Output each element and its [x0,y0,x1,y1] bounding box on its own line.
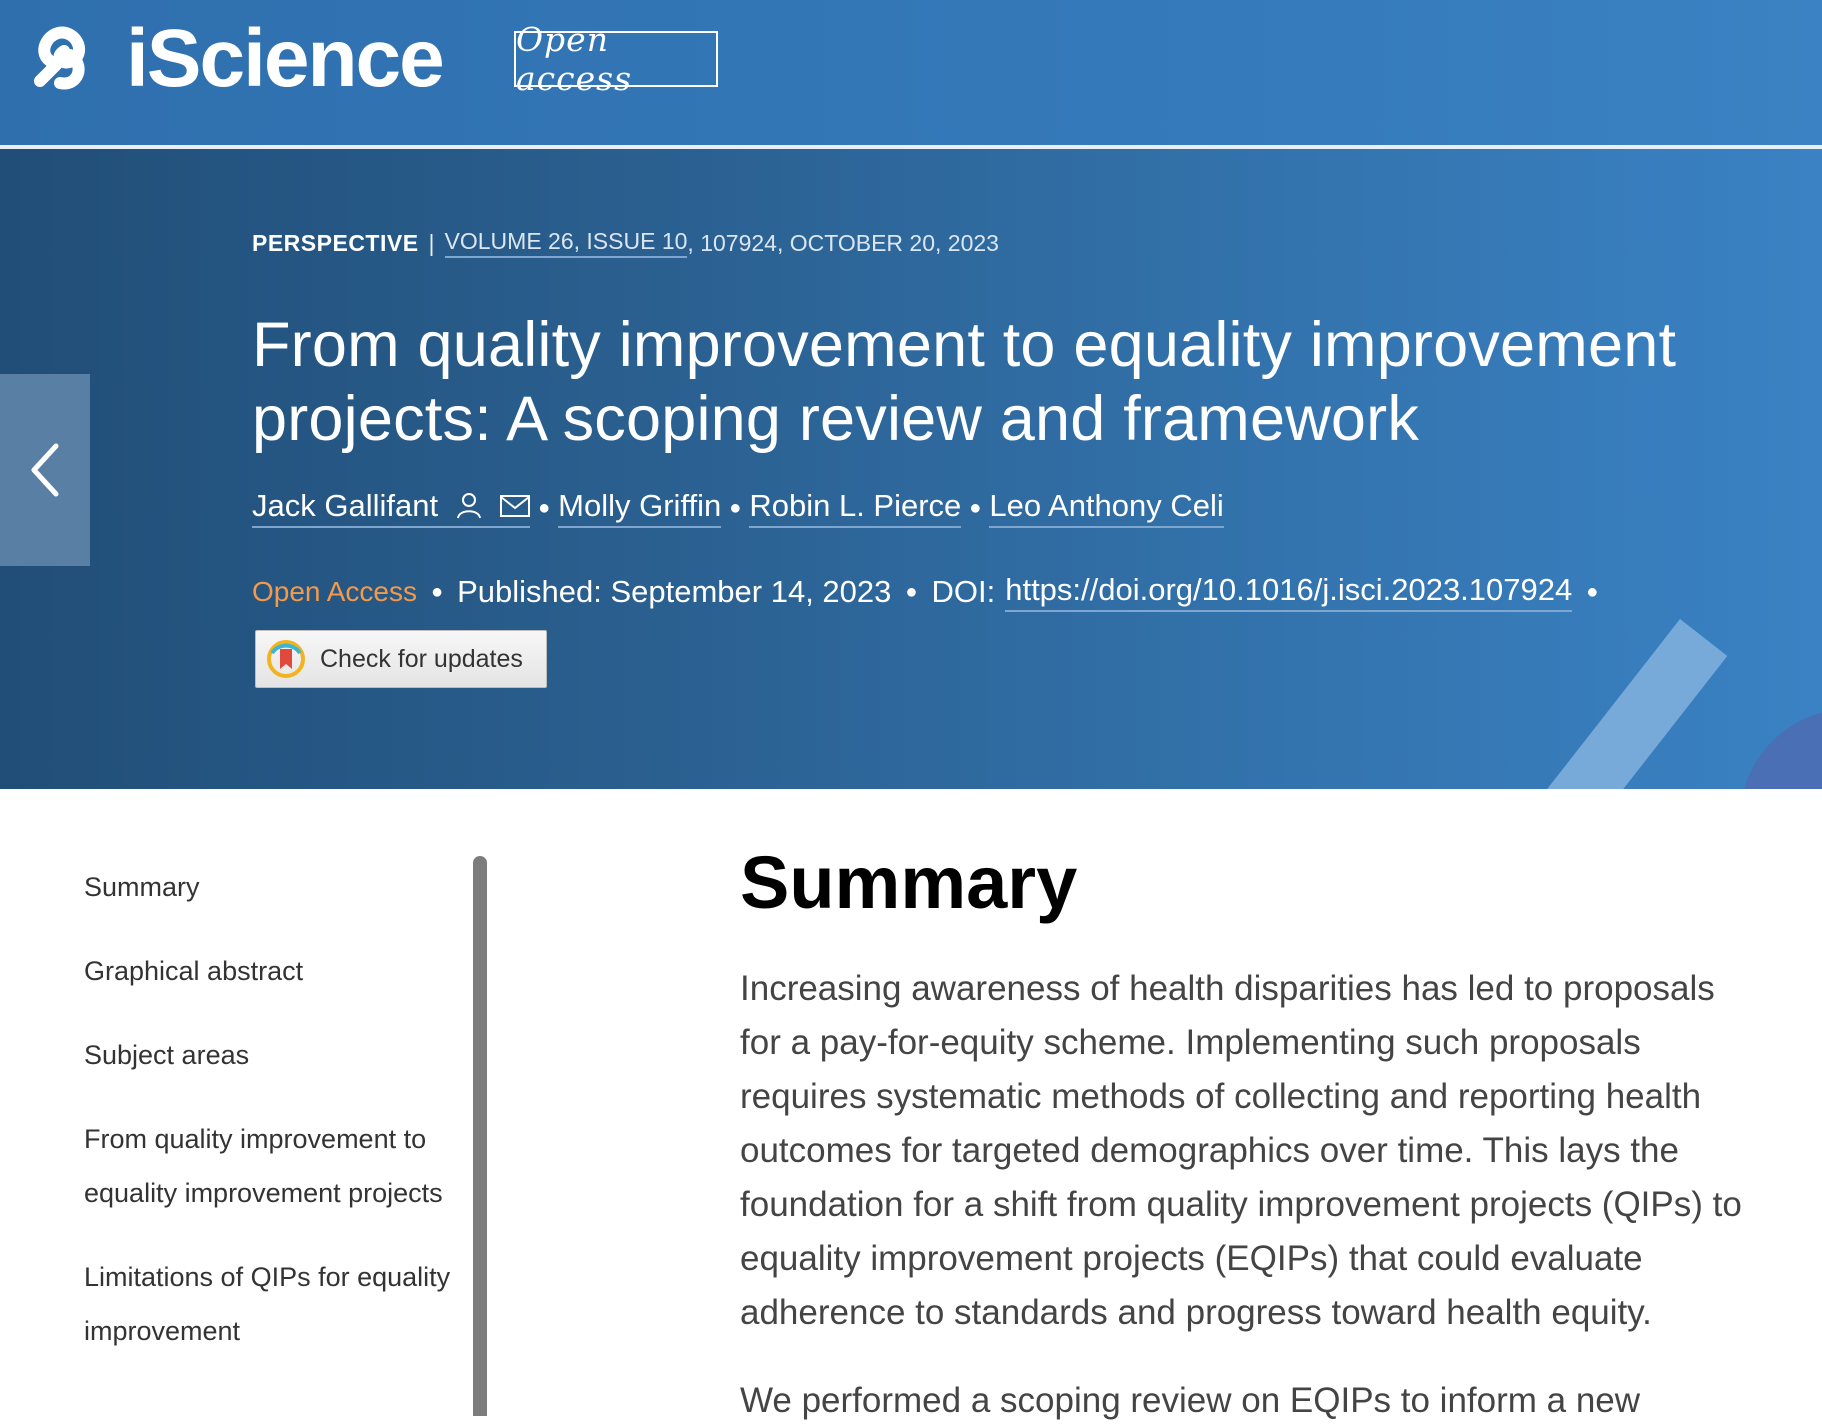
journal-logo-link[interactable]: iScience [26,13,445,104]
publication-info: Open Access ● Published: September 14, 2… [252,572,1612,612]
envelope-icon [500,495,531,517]
open-access-label: Open Access [252,576,417,607]
journal-name: iScience [126,13,445,104]
summary-paragraph: Increasing awareness of health dispariti… [740,969,1742,1332]
author-separator: ● [538,496,551,519]
summary-paragraph: We performed a scoping review on EQIPs t… [740,1381,1641,1420]
volume-issue-link[interactable]: VOLUME 26, ISSUE 10 [444,228,688,258]
check-for-updates-button[interactable]: Check for updates [255,630,547,688]
table-of-contents: Summary Graphical abstract Subject areas… [84,860,464,1358]
toc-item-subject-areas[interactable]: Subject areas [84,1028,464,1082]
author-link[interactable]: Robin L. Pierce [749,488,962,528]
previous-article-button[interactable] [0,374,90,566]
doi-label: DOI: [931,574,996,609]
iscience-logo-icon [34,26,86,90]
article-type: PERSPECTIVE [252,229,419,256]
toc-scrollbar[interactable] [473,856,487,1416]
toc-item-graphical-abstract[interactable]: Graphical abstract [84,944,464,998]
hero-decoration-circle [1740,709,1822,789]
author-list: Jack Gallifant ● Molly Griffin ● Robin L… [252,488,1224,528]
author-separator: ● [969,496,982,519]
hero-decoration-stripe [1458,619,1728,789]
article-meta: PERSPECTIVE | VOLUME 26, ISSUE 10 , 1079… [252,228,999,258]
info-separator: ● [1586,580,1599,603]
author-link[interactable]: Molly Griffin [558,488,722,528]
doi-link[interactable]: https://doi.org/10.1016/j.isci.2023.1079… [1005,572,1573,612]
toc-item-limitations[interactable]: Limitations of QIPs for equality improve… [84,1250,464,1358]
author-separator: ● [729,496,742,519]
section-heading-summary: Summary [740,841,1078,924]
article-title: From quality improvement to equality imp… [252,310,1677,454]
site-header: iScience Open access [0,0,1822,146]
check-for-updates-label: Check for updates [320,644,523,673]
author-name: Jack Gallifant [252,488,439,523]
back-chevron-icon [31,443,59,497]
toc-item-summary[interactable]: Summary [84,860,464,914]
info-separator: ● [430,580,444,603]
author-link[interactable]: Jack Gallifant [252,488,531,528]
toc-item-quality-to-equality[interactable]: From quality improvement to equality imp… [84,1112,464,1220]
crossmark-icon [267,640,305,678]
person-icon [456,492,482,520]
article-number-date: , 107924, OCTOBER 20, 2023 [687,229,999,256]
meta-separator: | [428,229,435,256]
author-link[interactable]: Leo Anthony Celi [989,488,1224,528]
info-separator: ● [905,580,918,603]
published-date: Published: September 14, 2023 [457,574,892,609]
open-access-badge: Open access [514,20,718,98]
